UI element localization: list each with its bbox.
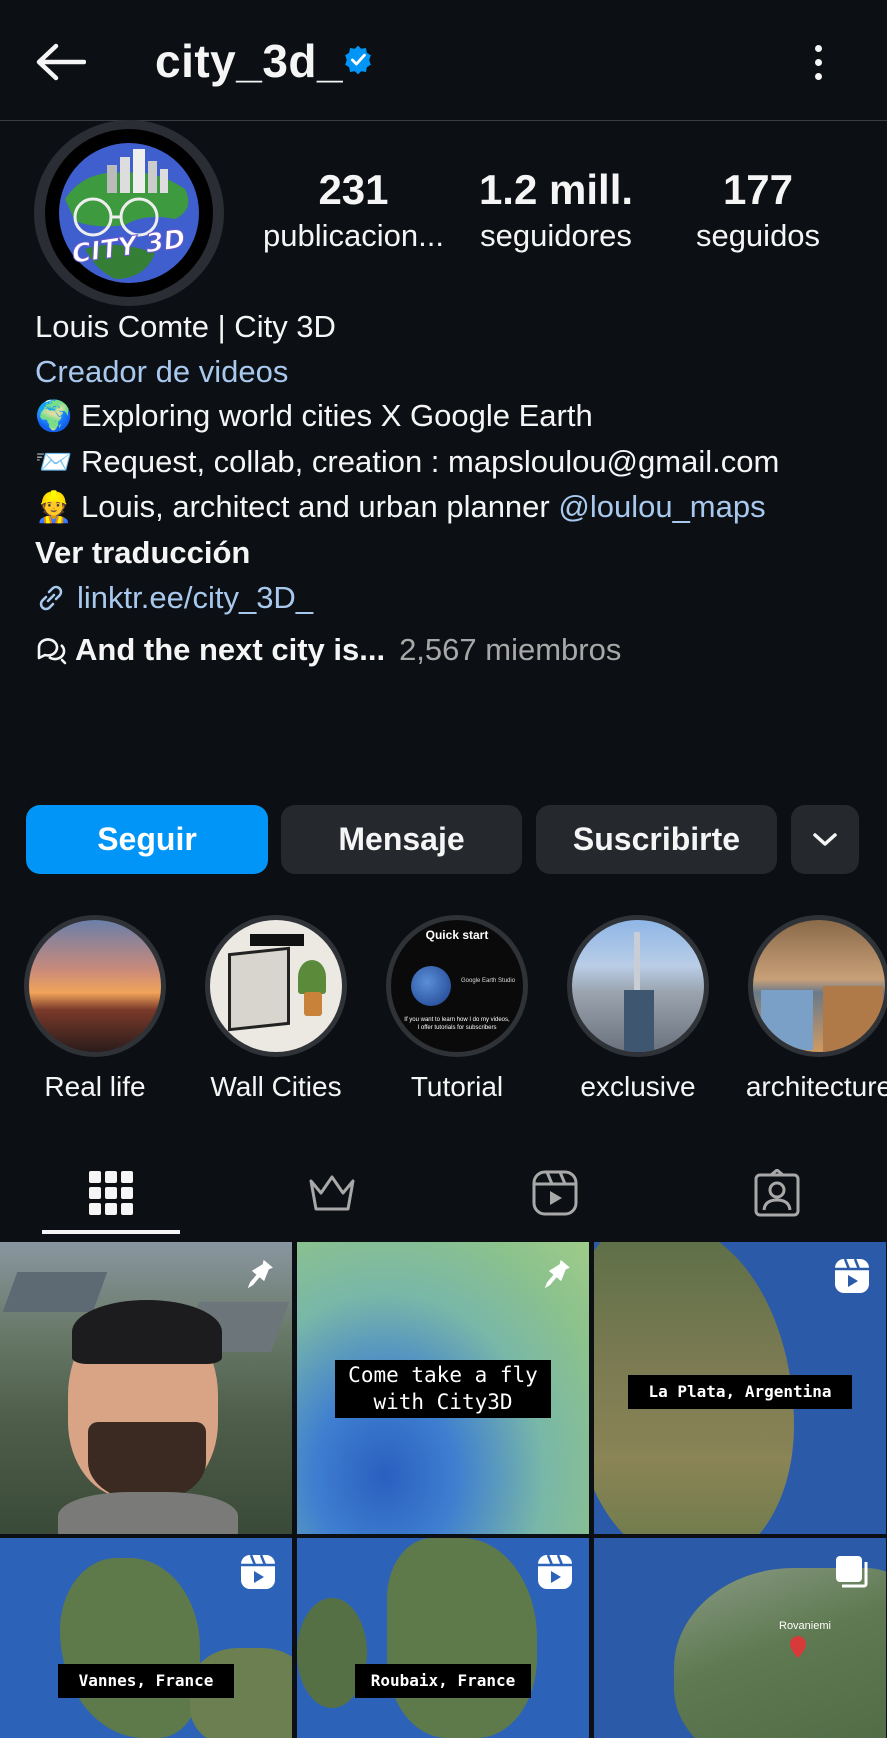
channel-name: And the next city is... bbox=[75, 632, 386, 667]
posts-count: 231 bbox=[318, 166, 389, 213]
reels-icon bbox=[532, 1170, 578, 1216]
highlight-cover: Quick start Google Earth Studio If you w… bbox=[391, 920, 523, 1052]
profile-avatar[interactable]: CITY 3D bbox=[34, 120, 224, 306]
profile-category: Creador de videos bbox=[35, 353, 289, 389]
crown-icon bbox=[309, 1175, 355, 1211]
broadcast-channel[interactable]: And the next city is... 2,567 miembros bbox=[35, 632, 621, 668]
reels-icon bbox=[538, 1554, 572, 1589]
see-translation-link[interactable]: Ver traducción bbox=[35, 531, 875, 576]
posts-stat[interactable]: 231 publicacion... bbox=[256, 166, 451, 258]
chat-bubbles-icon bbox=[37, 638, 67, 665]
tab-reels[interactable] bbox=[475, 1150, 635, 1236]
cap bbox=[72, 1300, 222, 1364]
grid-post[interactable] bbox=[0, 1242, 292, 1534]
post-caption: Roubaix, France bbox=[355, 1664, 531, 1698]
grid-post[interactable]: Roubaix, France bbox=[297, 1538, 589, 1738]
envelope-emoji-icon: 📨 bbox=[35, 444, 73, 480]
city3d-logo: CITY 3D bbox=[59, 143, 199, 283]
arrow-left-icon bbox=[36, 43, 86, 81]
profile-username: city_3d_ bbox=[155, 35, 344, 87]
verified-badge-icon bbox=[345, 45, 371, 75]
highlight-architecture[interactable]: architecture bbox=[745, 915, 887, 1103]
highlight-cover bbox=[753, 920, 885, 1052]
avatar-image: CITY 3D bbox=[45, 129, 213, 297]
bio-line-3: 👷 Louis, architect and urban planner @lo… bbox=[35, 489, 766, 526]
bio-line-1: 🌍 Exploring world cities X Google Earth bbox=[35, 398, 593, 435]
bio-external-link[interactable]: linktr.ee/city_3D_ bbox=[35, 576, 875, 621]
highlight-cover bbox=[29, 920, 161, 1052]
post-caption: Come take a fly with City3D bbox=[335, 1360, 551, 1418]
more-vertical-icon bbox=[814, 44, 822, 52]
display-name: Louis Comte | City 3D bbox=[35, 309, 336, 344]
post-caption: La Plata, Argentina bbox=[628, 1375, 852, 1409]
highlight-cover bbox=[572, 920, 704, 1052]
posts-label: publicacion... bbox=[263, 218, 444, 253]
pin-icon bbox=[247, 1259, 273, 1289]
highlight-exclusive[interactable]: exclusive bbox=[564, 915, 712, 1103]
carousel-icon bbox=[836, 1556, 868, 1588]
highlight-label: Real life bbox=[44, 1071, 146, 1102]
post-caption: Vannes, France bbox=[58, 1664, 234, 1698]
grid-post[interactable]: Vannes, France bbox=[0, 1538, 292, 1738]
suggested-accounts-button[interactable] bbox=[791, 805, 859, 874]
followers-stat[interactable]: 1.2 mill. seguidores bbox=[468, 166, 644, 258]
reels-icon bbox=[241, 1554, 275, 1589]
profile-bio: Louis Comte | City 3D Creador de videos … bbox=[35, 305, 875, 620]
map-pin-icon bbox=[790, 1636, 806, 1658]
grid-post[interactable]: La Plata, Argentina bbox=[594, 1242, 886, 1534]
subscribe-button[interactable]: Suscribirte bbox=[536, 805, 777, 874]
following-stat[interactable]: 177 seguidos bbox=[680, 166, 836, 258]
follow-button[interactable]: Seguir bbox=[26, 805, 268, 874]
highlight-label: exclusive bbox=[580, 1071, 696, 1102]
highlight-wall-cities[interactable]: Wall Cities bbox=[202, 915, 350, 1103]
following-label: seguidos bbox=[695, 218, 821, 253]
reels-icon bbox=[835, 1258, 869, 1293]
map-label: Rovaniemi bbox=[779, 1620, 831, 1632]
pin-icon bbox=[544, 1259, 570, 1289]
app-header: city_3d_ bbox=[0, 0, 887, 121]
active-tab-indicator bbox=[42, 1230, 180, 1234]
followers-label: seguidores bbox=[480, 218, 632, 253]
grid-icon bbox=[89, 1171, 133, 1215]
profile-tabs bbox=[0, 1150, 887, 1236]
more-options-button[interactable] bbox=[800, 38, 836, 86]
globe-emoji-icon: 🌍 bbox=[35, 399, 73, 435]
tab-tagged[interactable] bbox=[697, 1150, 857, 1236]
grid-post[interactable]: Come take a fly with City3D bbox=[297, 1242, 589, 1534]
back-button[interactable] bbox=[30, 36, 90, 88]
followers-count: 1.2 mill. bbox=[478, 166, 634, 213]
following-count: 177 bbox=[722, 166, 794, 213]
tab-posts[interactable] bbox=[31, 1150, 191, 1236]
tab-exclusive[interactable] bbox=[252, 1150, 412, 1236]
mention-link[interactable]: @loulou_maps bbox=[558, 489, 765, 524]
highlight-label: Tutorial bbox=[410, 1071, 504, 1102]
highlight-tutorial[interactable]: Quick start Google Earth Studio If you w… bbox=[383, 915, 531, 1103]
highlight-label: Wall Cities bbox=[210, 1071, 342, 1102]
channel-members: 2,567 miembros bbox=[399, 632, 622, 667]
highlight-real-life[interactable]: Real life bbox=[21, 915, 169, 1103]
link-icon bbox=[39, 585, 63, 611]
message-button[interactable]: Mensaje bbox=[281, 805, 522, 874]
grid-post[interactable]: Rovaniemi bbox=[594, 1538, 886, 1738]
highlight-cover bbox=[210, 920, 342, 1052]
highlight-label: architecture bbox=[745, 1071, 887, 1102]
tagged-person-icon bbox=[754, 1169, 800, 1217]
construction-worker-emoji-icon: 👷 bbox=[35, 490, 73, 526]
chevron-down-icon bbox=[813, 832, 837, 846]
bio-line-2: 📨 Request, collab, creation : mapsloulou… bbox=[35, 443, 780, 480]
